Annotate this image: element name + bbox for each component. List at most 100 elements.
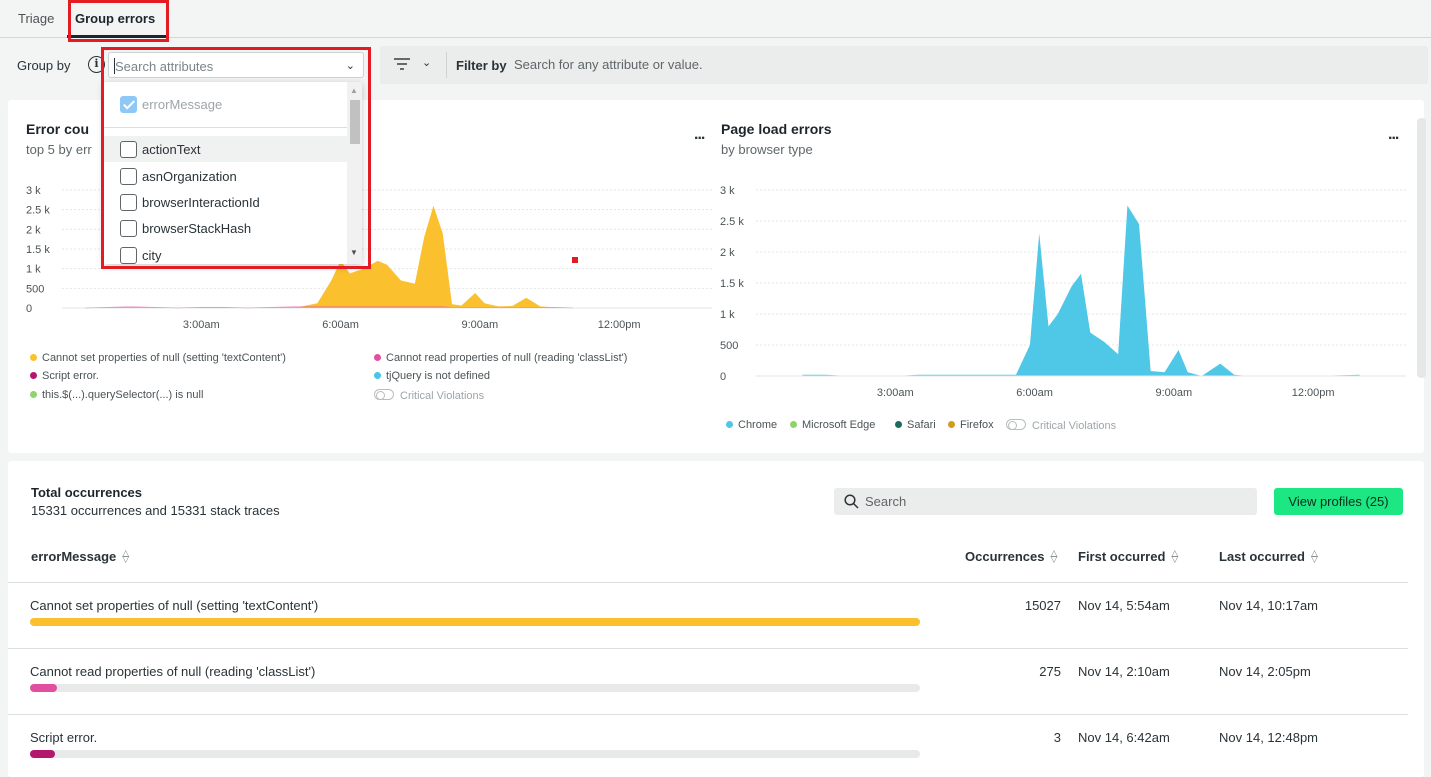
y-tick-label: 500 xyxy=(720,340,738,352)
column-header-errormessage[interactable]: errorMessage △ ▽ xyxy=(31,549,130,565)
legend-label: Script error. xyxy=(42,370,99,382)
column-header-first-occurred[interactable]: First occurred △ ▽ xyxy=(1078,549,1179,565)
left-chart-subtitle: top 5 by err xyxy=(26,142,92,157)
legend-item[interactable]: Microsoft Edge xyxy=(790,419,875,431)
tab-triage[interactable]: Triage xyxy=(18,0,54,38)
dropdown-option[interactable]: browserInteractionId xyxy=(104,189,347,215)
toggle-label: Critical Violations xyxy=(1032,420,1117,432)
option-label: asnOrganization xyxy=(142,169,237,184)
right-area-chart: 3 k 2.5 k 2 k 1.5 k 1 k 500 0 3:00am 6:00am 9:00a… xyxy=(720,185,1406,399)
toggle-switch[interactable] xyxy=(1006,419,1026,430)
filter-input[interactable] xyxy=(514,57,914,72)
y-tick-label: 1.5 k xyxy=(720,278,744,290)
view-profiles-button[interactable]: View profiles (25) xyxy=(1274,488,1403,515)
legend-label: Firefox xyxy=(960,419,994,431)
dropdown-option[interactable]: city xyxy=(104,242,347,268)
occurrence-bar-fill xyxy=(30,750,55,758)
option-label: city xyxy=(142,248,162,263)
legend-label: tjQuery is not defined xyxy=(386,370,490,382)
dropdown-option[interactable]: asnOrganization xyxy=(104,163,347,189)
filter-chevron-down-icon[interactable]: ⌄ xyxy=(422,56,431,69)
x-tick-label: 12:00pm xyxy=(598,319,641,331)
toggle-switch[interactable] xyxy=(374,389,394,400)
occurrence-bar-fill xyxy=(30,618,920,626)
checkbox[interactable] xyxy=(120,247,137,264)
group-by-label: Group by xyxy=(17,58,71,73)
scrollbar-thumb[interactable] xyxy=(350,100,360,144)
row-occurrences: 15027 xyxy=(1024,598,1061,613)
legend-item[interactable]: Safari xyxy=(895,419,936,431)
occurrences-table-card: Total occurrences 15331 occurrences and … xyxy=(8,461,1424,777)
legend-item[interactable]: Cannot read properties of null (reading … xyxy=(374,352,627,364)
marker-dot xyxy=(572,257,578,263)
dropdown-divider xyxy=(104,127,347,128)
tab-group-errors[interactable]: Group errors xyxy=(75,0,155,38)
x-tick-label: 3:00am xyxy=(877,387,914,399)
table-search[interactable] xyxy=(834,488,1257,515)
y-tick-label: 2.5 k xyxy=(26,205,50,217)
row-occurrences: 3 xyxy=(1053,730,1061,745)
legend-swatch xyxy=(790,421,797,428)
y-tick-label: 2 k xyxy=(720,247,735,259)
dropdown-scrollbar[interactable]: ▲ ▼ xyxy=(347,82,362,264)
legend-item[interactable]: tjQuery is not defined xyxy=(374,370,490,382)
scroll-up-arrow-icon[interactable]: ▲ xyxy=(350,86,358,95)
page-scrollbar[interactable] xyxy=(1417,118,1426,378)
dropdown-option[interactable]: actionText xyxy=(104,136,347,162)
table-row[interactable]: Script error. 3 Nov 14, 6:42am Nov 14, 1… xyxy=(8,715,1408,777)
legend-swatch xyxy=(30,354,37,361)
legend-item[interactable]: Script error. xyxy=(30,370,99,382)
option-label: browserInteractionId xyxy=(142,195,260,210)
checkbox-checked xyxy=(120,96,137,113)
legend-swatch xyxy=(30,391,37,398)
legend-swatch xyxy=(374,354,381,361)
total-occurrences-title: Total occurrences xyxy=(31,485,143,500)
dropdown-option[interactable]: browserStackHash xyxy=(104,215,347,241)
filter-icon[interactable] xyxy=(392,56,412,72)
checkbox[interactable] xyxy=(120,220,137,237)
row-first-occurred: Nov 14, 2:10am xyxy=(1078,664,1170,679)
checkbox[interactable] xyxy=(120,194,137,211)
group-by-select[interactable]: ⌄ xyxy=(108,52,364,78)
table-row[interactable]: Cannot set properties of null (setting '… xyxy=(8,583,1408,649)
legend-swatch xyxy=(895,421,902,428)
y-tick-label: 0 xyxy=(26,303,32,315)
sort-icon[interactable]: △ ▽ xyxy=(122,549,130,564)
legend-item[interactable]: Cannot set properties of null (setting '… xyxy=(30,352,286,364)
row-last-occurred: Nov 14, 10:17am xyxy=(1219,598,1319,613)
header-label: errorMessage xyxy=(31,549,117,564)
group-filter-toolbar: Group by i ⌄ ⌄ Filter by xyxy=(8,46,1428,84)
legend-label: Cannot read properties of null (reading … xyxy=(386,352,628,364)
toggle-label: Critical Violations xyxy=(400,390,485,402)
sort-icon[interactable]: △ ▽ xyxy=(1171,549,1179,564)
critical-violations-toggle[interactable]: Critical Violations xyxy=(1006,419,1116,432)
search-input[interactable] xyxy=(865,494,1245,509)
legend-item[interactable]: Chrome xyxy=(726,419,777,431)
table-row[interactable]: Cannot read properties of null (reading … xyxy=(8,649,1408,715)
column-header-last-occurred[interactable]: Last occurred △ ▽ xyxy=(1219,549,1319,565)
critical-violations-toggle[interactable]: Critical Violations xyxy=(374,389,484,402)
chevron-down-icon[interactable]: ⌄ xyxy=(346,59,355,72)
right-chart-menu-button[interactable]: ... xyxy=(1388,126,1399,144)
x-tick-label: 9:00am xyxy=(462,319,499,331)
sort-icon[interactable]: △ ▽ xyxy=(1051,549,1059,564)
left-chart-menu-button[interactable]: ... xyxy=(694,126,705,144)
row-first-occurred: Nov 14, 6:42am xyxy=(1078,730,1170,745)
occurrence-bar-fill xyxy=(30,684,57,692)
info-icon[interactable]: i xyxy=(88,56,105,73)
search-icon xyxy=(844,494,859,509)
checkbox[interactable] xyxy=(120,168,137,185)
x-tick-label: 6:00am xyxy=(322,319,359,331)
checkbox[interactable] xyxy=(120,141,137,158)
legend-item[interactable]: this.$(...).querySelector(...) is null xyxy=(30,389,203,401)
legend-swatch xyxy=(726,421,733,428)
x-tick-label: 12:00pm xyxy=(1292,387,1335,399)
group-by-search-input[interactable] xyxy=(115,57,335,75)
filter-bar: ⌄ Filter by xyxy=(380,46,1428,84)
x-tick-label: 9:00am xyxy=(1156,387,1193,399)
column-header-occurrences[interactable]: Occurrences △ ▽ xyxy=(965,549,1059,565)
scroll-down-arrow-icon[interactable]: ▼ xyxy=(350,248,358,257)
legend-item[interactable]: Firefox xyxy=(948,419,994,431)
option-label: actionText xyxy=(142,142,201,157)
sort-icon[interactable]: △ ▽ xyxy=(1311,549,1319,564)
